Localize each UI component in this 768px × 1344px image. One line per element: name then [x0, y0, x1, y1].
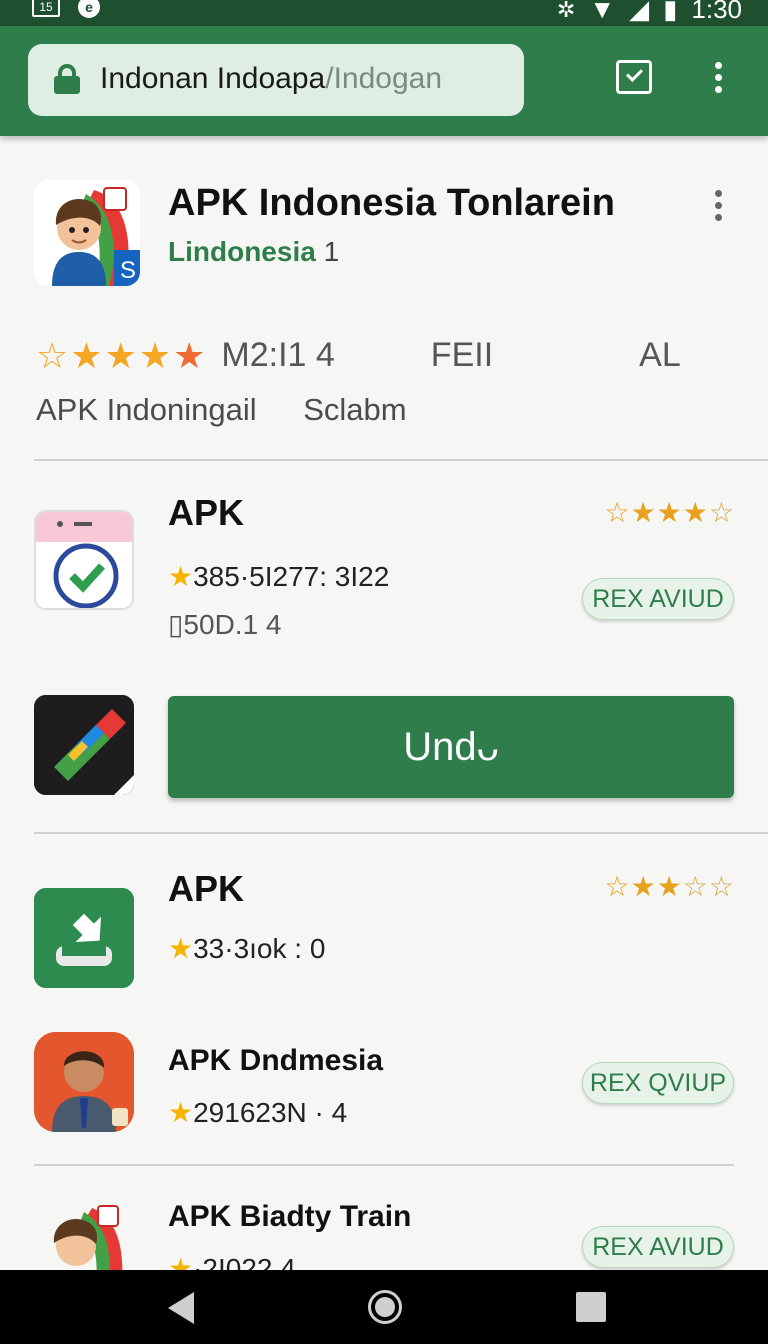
tab-switch-icon[interactable]	[616, 60, 652, 94]
star-icon: ★	[173, 334, 206, 376]
meta-age: AL	[639, 336, 681, 374]
developer-name: Lindonesia	[168, 236, 316, 267]
review-button[interactable]: REX AVIUD	[582, 578, 734, 620]
info-row: APK Indoningail Sclabm	[36, 392, 407, 428]
download-icon	[34, 888, 134, 988]
star-icon: ★	[168, 1097, 194, 1128]
calendar-check-icon	[34, 510, 134, 610]
rating-count: M2:I1 4	[221, 336, 335, 374]
app-size: ▯50D.1 4	[168, 609, 282, 640]
app-title: APK Biadty Train	[168, 1200, 412, 1233]
app-downloads: ★33·3ıok : 0	[168, 933, 326, 964]
cartoon-avatar-icon: S	[34, 180, 140, 286]
app-downloads: ★385·5I277: 3I22	[168, 561, 390, 592]
status-bar: 15 e ✲ ▼ ◢ ▮ 1:30	[0, 0, 768, 26]
clock: 1:30	[691, 0, 742, 24]
star-icon: ☆	[36, 334, 69, 376]
list-item[interactable]: APK ★33·3ıok : 0 ☆ ★ ★ ☆ ☆	[0, 860, 768, 1010]
battery-icon: ▮	[663, 0, 678, 24]
home-icon[interactable]	[368, 1290, 402, 1324]
url-text[interactable]: Indonan Indoapa/Indogan	[100, 62, 442, 96]
url-bar[interactable]: Indonan Indoapa/Indogan	[28, 44, 524, 116]
url-path: /Indogan	[325, 62, 443, 95]
rating-row: ☆ ★ ★ ★ ★ M2:I1 4 FEII AL	[36, 336, 681, 375]
app-title: APK	[168, 492, 245, 533]
star-icon: ★	[168, 1253, 194, 1270]
browser-toolbar: Indonan Indoapa/Indogan	[0, 26, 768, 136]
rating-stars: ☆ ★ ★ ☆ ☆	[604, 871, 734, 902]
url-main: Indonan Indoapa	[100, 62, 326, 95]
system-nav-bar	[0, 1270, 768, 1344]
info-category: APK Indoningail	[36, 392, 257, 427]
back-icon[interactable]	[168, 1292, 194, 1324]
app-downloads: ★291623N · 4	[168, 1097, 348, 1128]
rating-stars: ☆ ★ ★ ★ ★	[36, 334, 206, 376]
recent-apps-icon[interactable]	[576, 1292, 606, 1322]
divider	[34, 1164, 734, 1166]
lock-icon	[54, 64, 80, 94]
signal-icon: ◢	[629, 0, 650, 24]
app-title: APK Indonesia Tonlarein	[168, 182, 615, 224]
app-downloads: ★·2I022 4	[168, 1252, 296, 1270]
list-item[interactable]: APK Dndmesia ★291623N · 4 REX QVIUP	[0, 1030, 768, 1150]
review-button[interactable]: REX AVIUD	[582, 1226, 734, 1268]
star-icon: ★	[168, 933, 194, 964]
star-icon: ★	[168, 561, 194, 592]
app-title: APK Dndmesia	[168, 1044, 384, 1077]
list-item[interactable]: APK Biadty Train ★·2I022 4 REX AVIUD	[0, 1190, 768, 1270]
wifi-icon: ▼	[589, 0, 616, 24]
menu-icon[interactable]	[706, 62, 730, 98]
divider	[34, 459, 768, 461]
list-item[interactable]: APK ★385·5I277: 3I22 ▯50D.1 4 ☆ ★ ★ ★ ☆ REX …	[0, 490, 768, 680]
developer-number: 1	[323, 236, 340, 267]
file-icon: ▯	[168, 609, 184, 640]
svg-text:S: S	[120, 257, 136, 284]
notification-icon: 15	[32, 0, 60, 17]
info-tag: Sclabm	[303, 392, 407, 427]
install-button[interactable]: Undᴗ	[168, 696, 734, 798]
star-icon: ★	[104, 334, 137, 376]
person-avatar-icon	[34, 1032, 134, 1132]
app-developer[interactable]: Lindonesia 1	[168, 236, 339, 268]
bluetooth-icon: ✲	[556, 0, 576, 22]
meta-size: FEII	[430, 336, 494, 374]
star-icon: ★	[70, 334, 103, 376]
cartoon-avatar-icon	[34, 1200, 134, 1270]
review-button[interactable]: REX QVIUP	[582, 1062, 734, 1104]
pen-tool-icon	[34, 695, 134, 795]
app-icon: e	[78, 0, 100, 18]
rating-stars: ☆ ★ ★ ★ ☆	[604, 497, 734, 528]
star-icon: ★	[138, 334, 172, 376]
more-options-icon[interactable]	[708, 190, 728, 226]
divider	[34, 832, 768, 834]
app-header: S APK Indonesia Tonlarein Lindonesia 1 ☆…	[0, 150, 768, 440]
app-title: APK	[168, 868, 245, 909]
